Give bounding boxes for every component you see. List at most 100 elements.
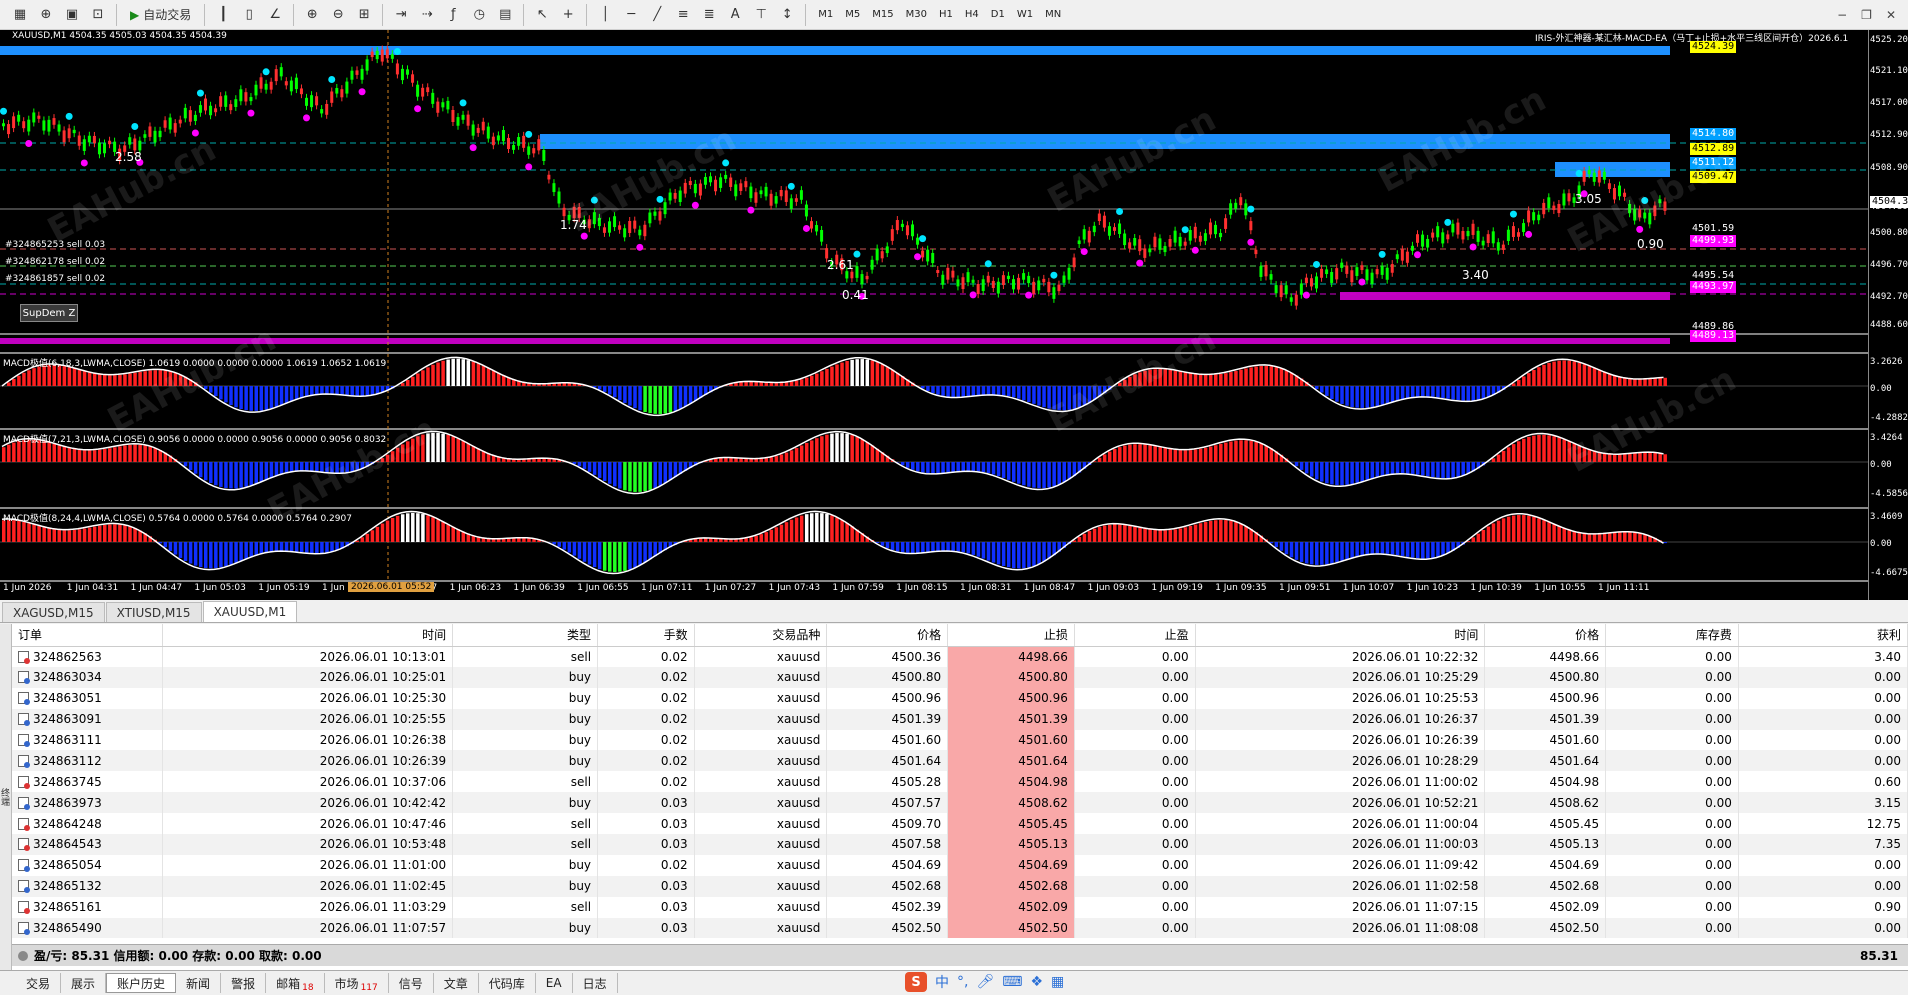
terminal-tab-6[interactable]: 市场 117: [325, 973, 389, 993]
ime-punct-icon[interactable]: °,: [957, 974, 968, 990]
macd-bar: [1082, 386, 1087, 406]
col-header-6[interactable]: 止损: [947, 624, 1075, 647]
table-row[interactable]: 324865490 2026.06.01 11:07:57 buy 0.03 xauus…: [12, 917, 1908, 939]
channel-icon[interactable]: ≡: [671, 3, 695, 27]
timeframe-m15[interactable]: M15: [866, 4, 899, 26]
arrows-icon[interactable]: ↕: [775, 3, 799, 27]
vertical-line-icon[interactable]: │: [593, 3, 617, 27]
indicators-icon[interactable]: ƒ: [441, 3, 465, 27]
table-row[interactable]: 324862563 2026.06.01 10:13:01 sell 0.02 xauu…: [12, 646, 1908, 667]
col-header-5[interactable]: 价格: [826, 624, 949, 647]
cursor-icon[interactable]: ↖: [530, 3, 554, 27]
autoscroll-icon[interactable]: ⇢: [415, 3, 439, 27]
terminal-tab-7[interactable]: 信号: [389, 973, 434, 993]
tile-windows-icon[interactable]: ⊞: [352, 3, 376, 27]
terminal-tab-10[interactable]: EA: [536, 973, 573, 993]
line-chart-icon[interactable]: ∠: [263, 3, 287, 27]
bar-chart-icon[interactable]: ┃: [211, 3, 235, 27]
timeframe-h1[interactable]: H1: [933, 4, 959, 26]
navigator-icon[interactable]: ⊡: [86, 3, 110, 27]
ime-lang[interactable]: 中: [935, 972, 949, 992]
auto-trade-button[interactable]: ▶ 自动交易: [123, 3, 198, 27]
timeframe-m1[interactable]: M1: [812, 4, 839, 26]
col-header-0[interactable]: 订单: [12, 624, 164, 647]
table-row[interactable]: 324863091 2026.06.01 10:25:55 buy 0.02 xauus…: [12, 708, 1908, 730]
terminal-tab-5[interactable]: 邮箱 18: [266, 973, 325, 993]
ime-mic-icon[interactable]: 🎤︎: [976, 974, 994, 990]
col-header-1[interactable]: 时间: [162, 624, 454, 647]
symbol-tab-xauusd[interactable]: XAUUSD,M1: [202, 601, 298, 622]
timeframe-mn[interactable]: MN: [1039, 4, 1067, 26]
col-header-7[interactable]: 止盈: [1074, 624, 1196, 647]
macd-bar: [1426, 542, 1430, 559]
templates-icon[interactable]: ▤: [493, 3, 517, 27]
table-row[interactable]: 324864543 2026.06.01 10:53:48 sell 0.03 xauu…: [12, 834, 1908, 855]
table-row[interactable]: 324863111 2026.06.01 10:26:38 buy 0.02 xauus…: [12, 729, 1908, 751]
macd-bar: [244, 386, 248, 411]
terminal-tab-3[interactable]: 新闻: [176, 973, 222, 993]
horizontal-line-icon[interactable]: ─: [619, 3, 643, 27]
col-header-3[interactable]: 手数: [597, 624, 695, 647]
symbol-tab-xagusd[interactable]: XAGUSD,M15: [2, 602, 105, 622]
supdem-button[interactable]: SupDem Z: [20, 304, 78, 322]
terminal-tab-8[interactable]: 文章: [434, 973, 479, 993]
col-header-9[interactable]: 价格: [1484, 624, 1607, 647]
table-row[interactable]: 324865132 2026.06.01 11:02:45 buy 0.03 xauus…: [12, 875, 1908, 897]
macd-bar: [1426, 386, 1430, 397]
restore-icon[interactable]: ❐: [1861, 8, 1872, 22]
table-row[interactable]: 324863112 2026.06.01 10:26:39 buy 0.02 xauus…: [12, 750, 1908, 772]
trendline-icon[interactable]: ╱: [645, 3, 669, 27]
fibonacci-icon[interactable]: ≣: [697, 3, 721, 27]
table-row[interactable]: 324863034 2026.06.01 10:25:01 buy 0.02 xauus…: [12, 666, 1908, 688]
col-header-4[interactable]: 交易品种: [694, 624, 828, 647]
crosshair-icon[interactable]: +: [556, 3, 580, 27]
table-row[interactable]: 324865161 2026.06.01 11:03:29 sell 0.03 xauu…: [12, 896, 1908, 918]
timeframe-h4[interactable]: H4: [959, 4, 985, 26]
col-header-10[interactable]: 库存费: [1605, 624, 1739, 647]
ime-keyboard-icon[interactable]: ⌨: [1002, 974, 1022, 990]
timeframe-d1[interactable]: D1: [985, 4, 1011, 26]
table-row[interactable]: 324864248 2026.06.01 10:47:46 sell 0.03 xauu…: [12, 813, 1908, 835]
timeframe-m30[interactable]: M30: [900, 4, 933, 26]
macd-bar: [1163, 369, 1167, 386]
close-icon[interactable]: ✕: [1886, 8, 1896, 22]
signal-dot-bottom: [1247, 238, 1255, 246]
text-icon[interactable]: A: [723, 3, 747, 27]
ime-apps-icon[interactable]: ▦: [1051, 974, 1064, 990]
ime-skin-icon[interactable]: ❖: [1030, 974, 1043, 990]
ime-logo-icon[interactable]: S: [905, 972, 927, 992]
terminal-tab-0[interactable]: 交易: [16, 973, 62, 993]
market-watch-icon[interactable]: ▣: [60, 3, 84, 27]
cell-8: 2026.06.01 11:08:08: [1195, 917, 1486, 939]
terminal-tab-11[interactable]: 日志: [573, 973, 618, 993]
terminal-tab-2[interactable]: 账户历史: [106, 973, 177, 993]
zoom-in-icon[interactable]: ⊕: [300, 3, 324, 27]
timeframe-m5[interactable]: M5: [839, 4, 866, 26]
periods-icon[interactable]: ◷: [467, 3, 491, 27]
terminal-tab-4[interactable]: 警报: [221, 973, 267, 993]
table-row[interactable]: 324863745 2026.06.01 10:37:06 sell 0.02 xauu…: [12, 771, 1908, 793]
zoom-out-icon[interactable]: ⊖: [326, 3, 350, 27]
terminal-tab-9[interactable]: 代码库: [479, 973, 536, 993]
signal-dot-top: [0, 107, 7, 115]
profiles-icon[interactable]: ⊕: [34, 3, 58, 27]
macd-bar: [1052, 386, 1056, 410]
terminal-side-label[interactable]: 终端: [0, 624, 12, 970]
chart-shift-icon[interactable]: ⇥: [389, 3, 413, 27]
table-row[interactable]: 324863051 2026.06.01 10:25:30 buy 0.02 xauus…: [12, 687, 1908, 709]
table-row[interactable]: 324863973 2026.06.01 10:42:42 buy 0.03 xauus…: [12, 792, 1908, 814]
col-header-11[interactable]: 获利: [1738, 624, 1908, 647]
candle-chart-icon[interactable]: ▯: [237, 3, 261, 27]
macd-bar: [1037, 386, 1041, 406]
col-header-8[interactable]: 时间: [1195, 624, 1486, 647]
macd-bar: [1325, 462, 1329, 484]
minimize-icon[interactable]: −: [1837, 8, 1847, 22]
timeframe-w1[interactable]: W1: [1011, 4, 1039, 26]
table-row[interactable]: 324865054 2026.06.01 11:01:00 buy 0.02 xauus…: [12, 854, 1908, 876]
label-icon[interactable]: ⊤: [749, 3, 773, 27]
col-header-2[interactable]: 类型: [452, 624, 599, 647]
chart-window[interactable]: XAUUSD,M1 4504.35 4505.03 4504.35 4504.3…: [0, 30, 1908, 711]
symbol-tab-xtiusd[interactable]: XTIUSD,M15: [105, 602, 202, 622]
new-chart-icon[interactable]: ▦: [8, 3, 32, 27]
terminal-tab-1[interactable]: 展示: [61, 973, 107, 993]
